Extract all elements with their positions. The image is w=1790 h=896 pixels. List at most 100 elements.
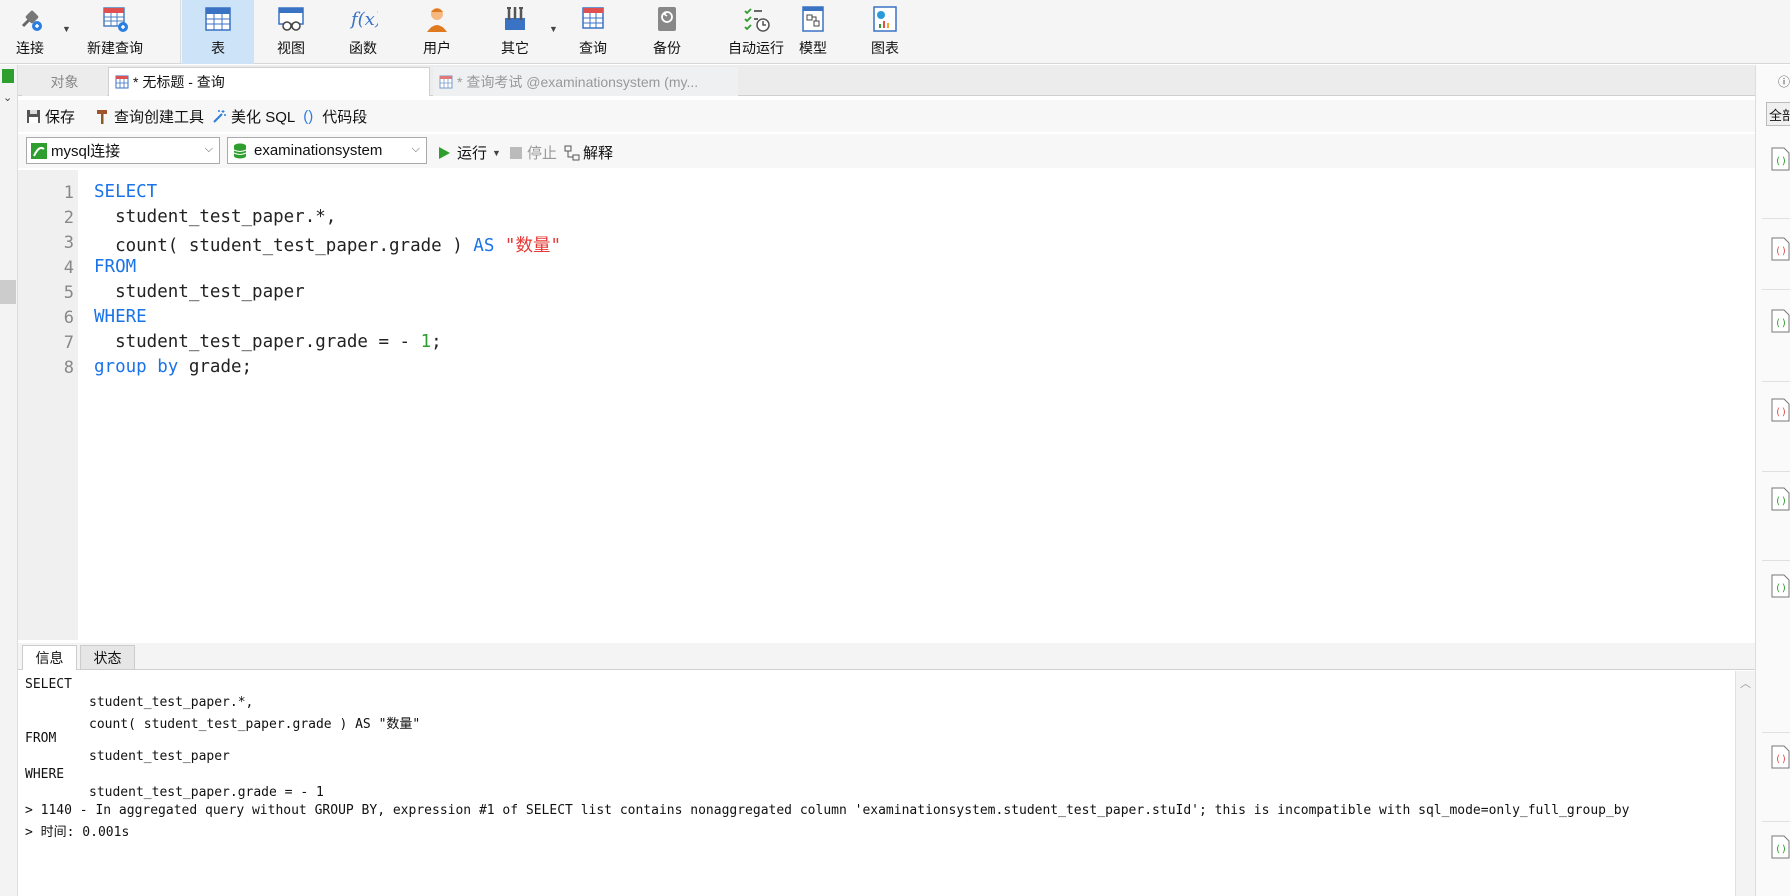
toolbar-connect-label: 连接	[16, 40, 44, 56]
toolbar-separator	[180, 0, 181, 64]
document-tab-bar: 对象 * 无标题 - 查询 * 查询考试 @examinationsystem …	[18, 65, 1755, 96]
other-dropdown-caret-icon[interactable]: ▼	[549, 24, 558, 34]
divider	[1762, 732, 1790, 733]
plug-icon	[21, 10, 42, 31]
toolbar-chart-button[interactable]: 图表	[856, 0, 914, 64]
message-line: SELECT	[25, 677, 72, 692]
model-icon	[802, 6, 824, 32]
code-snippet-button[interactable]: () 代码段	[303, 106, 367, 127]
divider	[1762, 381, 1790, 382]
snippet-file-icon: ()	[1771, 835, 1790, 859]
toolbar-connect-button[interactable]: 连接	[4, 0, 56, 64]
tab-status[interactable]: 状态	[80, 645, 135, 670]
snippet-filter-select[interactable]: 全部	[1766, 102, 1790, 126]
left-scroll-thumb[interactable]	[0, 280, 16, 304]
divider	[1762, 821, 1790, 822]
connection-select[interactable]: mysql连接 ⌵	[26, 137, 220, 164]
snippet-file-icon: ()	[1771, 487, 1790, 511]
svg-text:f(x): f(x)	[349, 9, 378, 30]
connection-select-value: mysql连接	[51, 143, 121, 160]
divider	[1762, 289, 1790, 290]
message-line: student_test_paper.grade = - 1	[89, 785, 324, 800]
save-label: 保存	[45, 108, 76, 126]
svg-text:(): ()	[1775, 318, 1787, 329]
database-select[interactable]: examinationsystem ⌵	[227, 137, 427, 164]
toolbar-other-label: 其它	[501, 40, 529, 56]
snippet-item[interactable]: ()	[1770, 487, 1790, 511]
divider	[1762, 471, 1790, 472]
toolbar-backup-button[interactable]: 备份	[638, 0, 696, 64]
toolbar-other-button[interactable]: 其它	[486, 0, 544, 64]
connect-dropdown-caret-icon[interactable]: ▼	[62, 24, 71, 34]
backup-icon	[658, 7, 676, 31]
line-number: 3	[63, 233, 74, 253]
mysql-connection-icon	[31, 142, 47, 159]
toolbar-query-button[interactable]: 查询	[564, 0, 622, 64]
expand-chevron-icon[interactable]: ⌄	[3, 91, 12, 104]
chevron-down-icon: ⌵	[411, 143, 420, 155]
query-builder-button[interactable]: 查询创建工具	[95, 106, 204, 127]
divider	[1762, 560, 1790, 561]
save-button[interactable]: 保存	[26, 106, 75, 127]
tab-untitled-query-label: * 无标题 - 查询	[133, 74, 225, 90]
chevron-down-icon: ⌵	[204, 143, 213, 155]
svg-text:(): ()	[1775, 496, 1787, 507]
message-line: student_test_paper	[89, 749, 230, 764]
query-tab-icon	[115, 75, 129, 89]
snippet-item[interactable]: ()	[1770, 745, 1790, 769]
tab-status-label: 状态	[93, 649, 122, 666]
svg-text:(): ()	[1775, 583, 1787, 594]
message-line: FROM	[25, 731, 57, 746]
toolbar-query-label: 查询	[579, 40, 607, 56]
message-scrollbar[interactable]: ︿	[1735, 671, 1755, 896]
snippet-item[interactable]: ()	[1770, 398, 1790, 422]
run-button[interactable]: 运行 ▼	[437, 142, 501, 163]
toolbar-user-button[interactable]: 用户	[408, 0, 466, 64]
play-icon	[439, 146, 450, 159]
message-output[interactable]: SELECT student_test_paper.*, count( stud…	[18, 671, 1735, 896]
tab-info[interactable]: 信息	[22, 645, 77, 670]
connection-icon	[2, 69, 14, 83]
code-line: student_test_paper.grade = - 1;	[94, 332, 442, 352]
toolbar-model-button[interactable]: 模型	[784, 0, 842, 64]
code-snippet-label: 代码段	[322, 108, 368, 126]
stop-label: 停止	[527, 145, 558, 162]
svg-text:(): ()	[1775, 754, 1787, 765]
database-icon	[233, 143, 247, 158]
left-collapsed-panel[interactable]: ⌄	[0, 65, 18, 896]
snippet-item[interactable]: ()	[1770, 835, 1790, 859]
snippet-item[interactable]: ()	[1770, 309, 1790, 333]
snippet-file-icon: ()	[1771, 309, 1790, 333]
toolbar-view-button[interactable]: 视图	[262, 0, 320, 64]
toolbar-new-query-label: 新建查询	[87, 40, 143, 56]
query-tab-icon	[439, 75, 453, 88]
toolbar-table-button[interactable]: 表	[182, 0, 254, 64]
snippet-item[interactable]: ()	[1770, 574, 1790, 598]
tab-untitled-query[interactable]: * 无标题 - 查询	[108, 67, 430, 96]
divider	[1762, 218, 1790, 219]
toolbar-function-button[interactable]: f(x) 函数	[334, 0, 392, 64]
beautify-sql-button[interactable]: 美化 SQL	[212, 106, 295, 127]
svg-text:(): ()	[1775, 407, 1787, 418]
scroll-up-icon[interactable]: ︿	[1740, 675, 1751, 691]
snippet-file-icon: ()	[1771, 147, 1790, 171]
view-icon	[278, 7, 304, 31]
tab-exam-query[interactable]: * 查询考试 @examinationsystem (my...	[433, 67, 738, 96]
toolbar-user-label: 用户	[423, 40, 451, 56]
hammer-icon	[97, 109, 108, 124]
snippet-filter-label: 全部	[1769, 107, 1790, 123]
info-icon[interactable]: ⓘ	[1778, 73, 1790, 90]
toolbar-function-label: 函数	[349, 40, 377, 56]
sql-editor[interactable]: 1 2 3 4 5 6 7 8 SELECT student_test_pape…	[18, 170, 1755, 640]
tab-objects[interactable]: 对象	[22, 67, 107, 96]
time-message-line: > 时间: 0.001s	[25, 825, 130, 840]
snippet-item[interactable]: ()	[1770, 147, 1790, 171]
stop-button[interactable]: 停止	[510, 142, 557, 163]
svg-text:(): ()	[1775, 246, 1787, 257]
explain-button[interactable]: 解释	[564, 142, 613, 163]
snippet-item[interactable]: ()	[1770, 237, 1790, 261]
run-dropdown-caret-icon[interactable]: ▼	[492, 148, 501, 158]
toolbar-new-query-button[interactable]: 新建查询	[74, 0, 156, 64]
svg-text:(): ()	[1775, 156, 1787, 167]
line-number-gutter: 1 2 3 4 5 6 7 8	[18, 170, 78, 640]
